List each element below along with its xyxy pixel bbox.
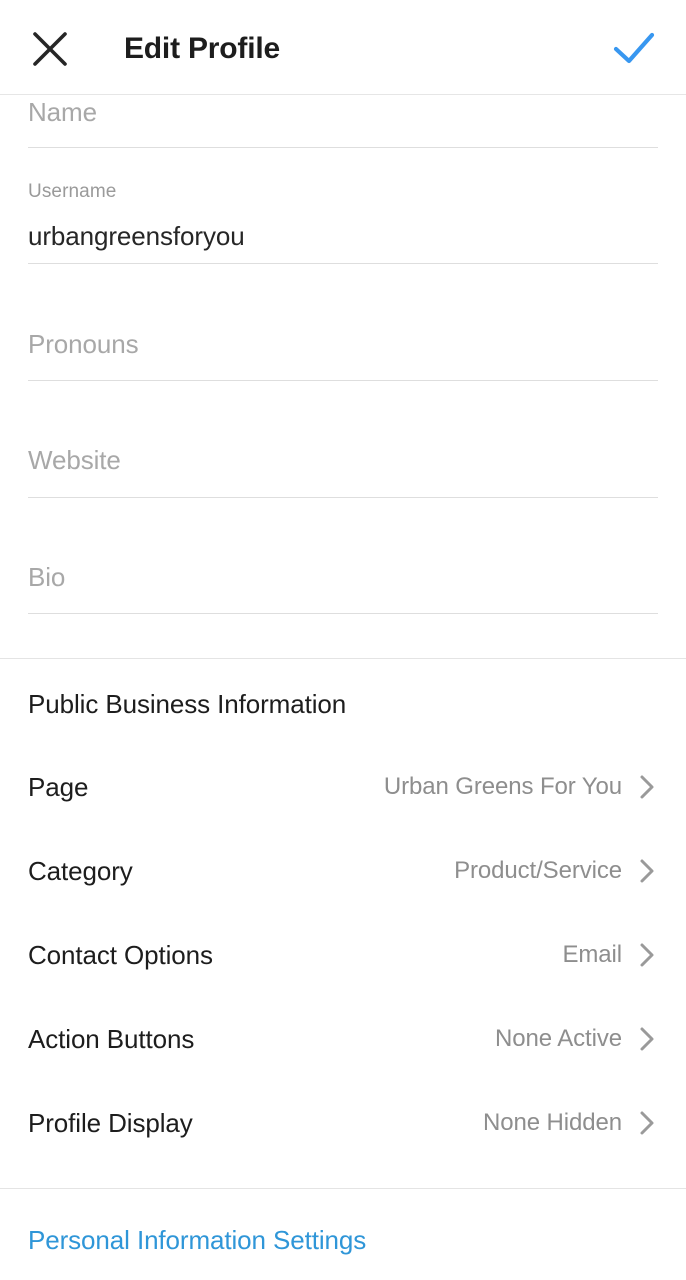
close-button[interactable] xyxy=(22,25,78,73)
close-x-icon xyxy=(33,32,67,66)
chevron-right-icon xyxy=(636,1110,658,1136)
app-header: Edit Profile xyxy=(0,0,686,95)
bio-field[interactable]: Bio xyxy=(28,560,658,594)
username-field[interactable]: urbangreensforyou xyxy=(28,219,658,253)
confirm-button[interactable] xyxy=(606,24,662,74)
chevron-right-icon xyxy=(636,858,658,884)
name-field[interactable]: Name xyxy=(28,95,658,129)
pronouns-field-placeholder: Pronouns xyxy=(28,329,139,359)
business-row-value: Urban Greens For You xyxy=(383,773,622,800)
bio-field-placeholder: Bio xyxy=(28,562,66,592)
business-row-profile-display[interactable]: Profile Display None Hidden xyxy=(0,1081,686,1165)
username-field-underline xyxy=(28,263,658,264)
pronouns-field-underline xyxy=(28,380,658,381)
username-label-text: Username xyxy=(28,181,117,202)
chevron-right-icon xyxy=(636,1026,658,1052)
page-title: Edit Profile xyxy=(124,32,280,65)
business-row-label: Category xyxy=(28,856,133,886)
checkmark-icon xyxy=(613,32,655,64)
business-row-page[interactable]: Page Urban Greens For You xyxy=(0,745,686,829)
chevron-right-icon xyxy=(636,774,658,800)
business-row-value: None Active xyxy=(495,1025,622,1052)
section-divider-bottom xyxy=(0,1188,686,1189)
name-field-underline xyxy=(28,147,658,148)
bio-field-underline xyxy=(28,613,658,614)
business-row-label: Contact Options xyxy=(28,940,213,970)
username-field-value: urbangreensforyou xyxy=(28,221,245,251)
profile-form: Name Username urbangreensforyou Pronouns… xyxy=(0,95,686,658)
website-field-underline xyxy=(28,497,658,498)
business-row-contact-options[interactable]: Contact Options Email xyxy=(0,913,686,997)
chevron-right-icon xyxy=(636,942,658,968)
business-row-label: Action Buttons xyxy=(28,1024,195,1054)
business-row-value: Product/Service xyxy=(454,857,622,884)
business-row-action-buttons[interactable]: Action Buttons None Active xyxy=(0,997,686,1081)
website-field[interactable]: Website xyxy=(28,443,658,477)
business-row-category[interactable]: Category Product/Service xyxy=(0,829,686,913)
name-field-placeholder: Name xyxy=(28,97,97,127)
edit-profile-screen: Edit Profile Name Username urbangreensfo… xyxy=(0,0,686,1280)
pronouns-field[interactable]: Pronouns xyxy=(28,327,658,361)
section-divider-top xyxy=(0,658,686,659)
username-field-label: Username xyxy=(28,180,658,204)
business-row-label: Page xyxy=(28,772,89,802)
business-row-label: Profile Display xyxy=(28,1108,193,1138)
business-row-value: None Hidden xyxy=(483,1109,622,1136)
section-heading: Public Business Information xyxy=(28,689,347,719)
personal-information-settings-link[interactable]: Personal Information Settings xyxy=(28,1222,366,1258)
business-row-value: Email xyxy=(562,941,622,968)
website-field-placeholder: Website xyxy=(28,445,121,475)
